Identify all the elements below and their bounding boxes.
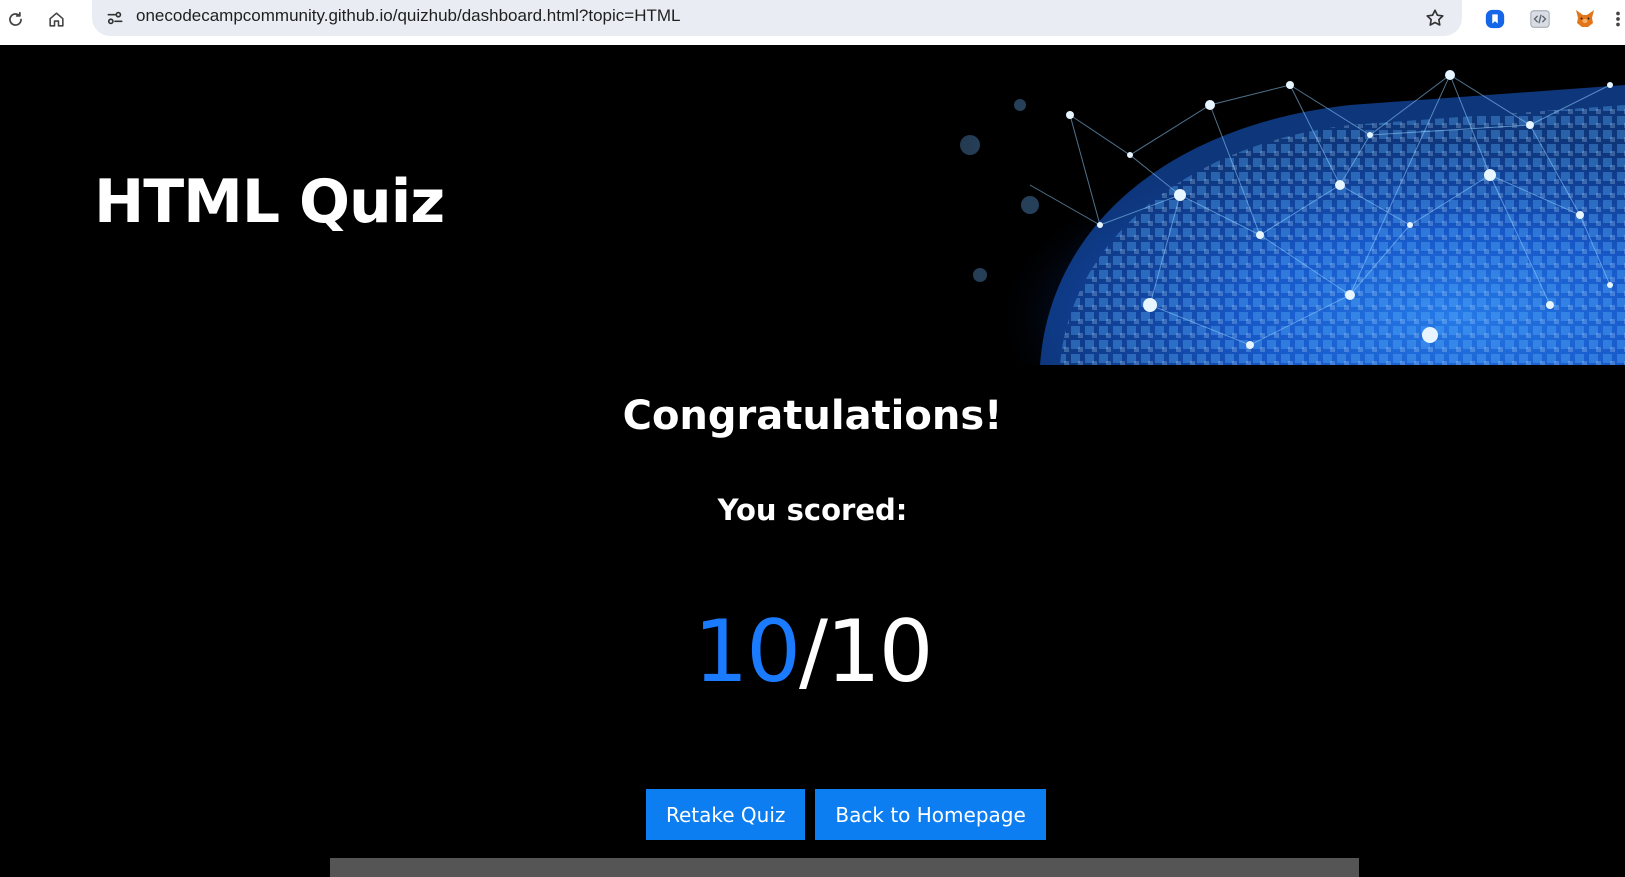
browser-toolbar: onecodecampcommunity.github.io/quizhub/d… [0,0,1625,45]
retake-quiz-button[interactable]: Retake Quiz [646,789,806,840]
site-info-icon[interactable] [100,3,130,33]
score-separator: / [799,602,828,702]
url-text[interactable]: onecodecampcommunity.github.io/quizhub/d… [136,6,680,26]
quiz-result: Congratulations! You scored: 10/10 Retak… [0,365,1625,877]
extension-blue-icon[interactable] [1480,4,1510,34]
address-bar[interactable]: onecodecampcommunity.github.io/quizhub/d… [92,0,1462,36]
score-display: 10/10 [0,602,1625,702]
hero-banner: HTML Quiz [0,45,1625,365]
network-globe-image [650,45,1625,365]
score-total: 10 [825,602,933,702]
page-title: HTML Quiz [94,167,445,237]
reload-icon[interactable] [0,4,30,34]
result-heading: Congratulations! [622,393,1003,439]
footer-bar [330,858,1359,877]
extension-code-icon[interactable] [1525,4,1555,34]
metamask-fox-icon[interactable] [1570,4,1600,34]
result-subheading: You scored: [717,493,908,527]
home-icon[interactable] [41,4,71,34]
back-to-homepage-button[interactable]: Back to Homepage [815,789,1046,840]
score-value: 10 [693,602,801,702]
more-menu-icon[interactable] [1610,4,1625,34]
result-actions: Retake Quiz Back to Homepage [646,789,1046,840]
bookmark-star-icon[interactable] [1420,3,1450,33]
